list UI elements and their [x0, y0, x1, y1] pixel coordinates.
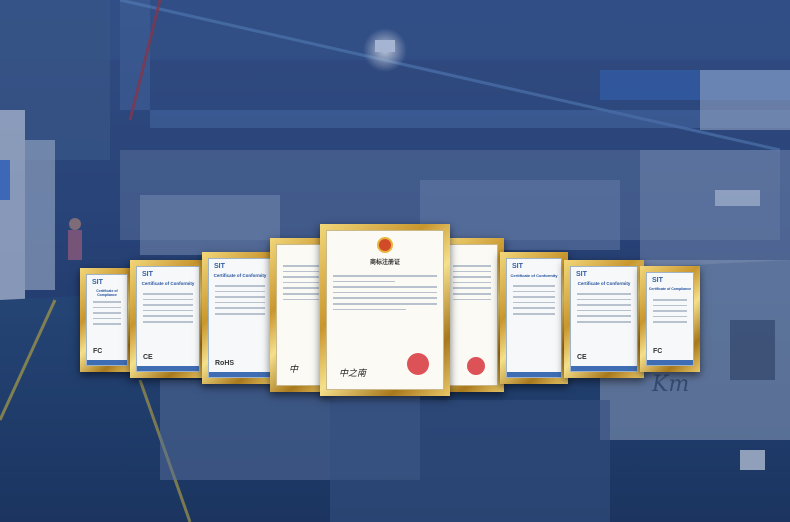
certificate-mark: FC [653, 348, 663, 355]
signature: 中之南 [339, 369, 367, 379]
certificate-brand: SIT [512, 263, 523, 270]
certificate-title: Certificate of Conformity [510, 273, 558, 278]
certificate-frame-7: SIT Certificate of Conformity [500, 252, 568, 384]
machine-label: Km [652, 372, 690, 397]
certificate-brand: SIT [214, 263, 225, 270]
certificate-brand: SIT [576, 271, 587, 278]
certificate-mark: RoHS [215, 360, 235, 367]
certificate-title: Certificate of Conformity [141, 281, 195, 286]
red-seal-icon [407, 353, 429, 375]
national-emblem-icon [377, 237, 393, 253]
certificate-mark: CE [577, 354, 587, 361]
red-seal-icon [467, 357, 485, 375]
certificate-brand: SIT [142, 271, 153, 278]
certificate-brand: SIT [652, 277, 663, 284]
certificate-mark: FC [93, 348, 103, 355]
certificate-frame-1: SIT Certificate of Compliance FC [80, 268, 134, 372]
certificate-frame-2: SIT Certificate of Conformity CE [130, 260, 206, 378]
certificate-mark: CE [143, 354, 153, 361]
certificate-frame-9: SIT Certificate of Compliance FC [640, 266, 700, 372]
certificate-title: Certificate of Compliance [96, 289, 118, 297]
factory-certificates-banner: Km SIT Certificate of Compliance FC SIT … [0, 0, 790, 522]
signature: 中 [289, 365, 299, 375]
certificate-title: Certificate of Conformity [213, 273, 267, 278]
certificate-title: Certificate of Conformity [577, 281, 631, 286]
certificate-title: Certificate of Compliance [648, 287, 692, 291]
certificate-frame-3: SIT Certificate of Conformity RoHS [202, 252, 278, 384]
certificate-frame-5: 商标注册证 中之南 [320, 224, 450, 396]
certificate-title: 商标注册证 [369, 259, 400, 266]
certificate-brand: SIT [92, 279, 103, 286]
certificate-frame-8: SIT Certificate of Conformity CE [564, 260, 644, 378]
